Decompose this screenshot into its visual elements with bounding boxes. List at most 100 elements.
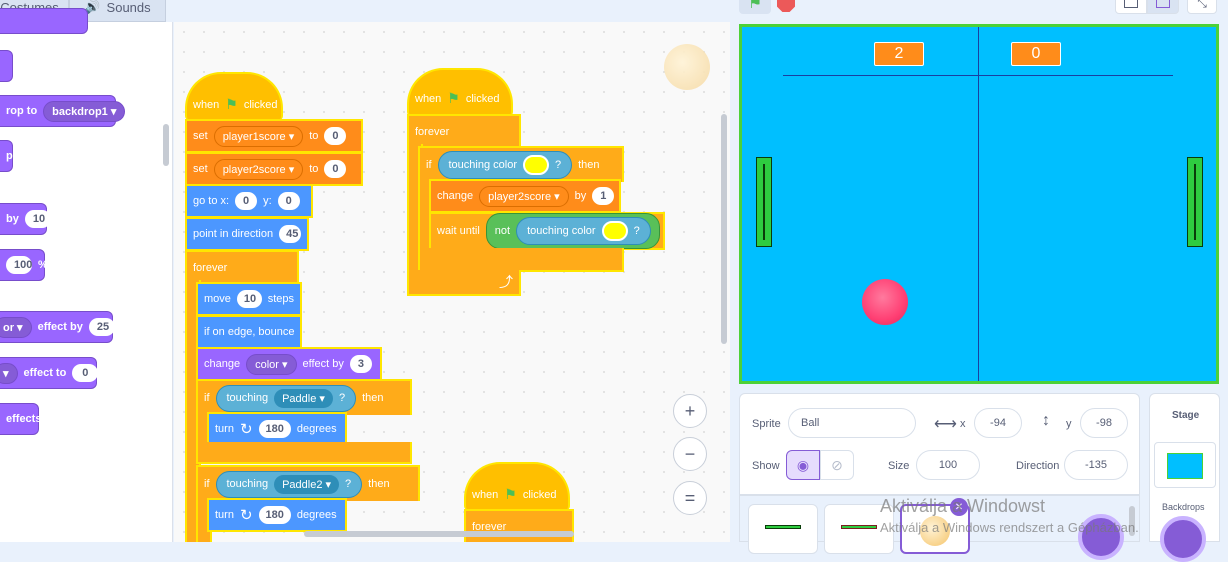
forever-block[interactable]: forever: [185, 250, 299, 284]
green-flag-button[interactable]: ⚑: [739, 0, 771, 14]
show-hidden-button[interactable]: ⊘: [820, 450, 854, 480]
zoom-in-button[interactable]: +: [673, 394, 707, 428]
set-player1score-block[interactable]: set player1score ▾ to 0: [185, 119, 363, 153]
value-input[interactable]: 25: [88, 318, 115, 336]
degrees-input[interactable]: 180: [258, 506, 291, 524]
x-input[interactable]: -94: [974, 408, 1022, 438]
variable-dropdown[interactable]: player1score ▾: [213, 125, 304, 147]
if-touching-color-block[interactable]: if touching color ? then: [418, 146, 624, 182]
degrees-input[interactable]: 180: [258, 420, 291, 438]
to-label: to: [309, 130, 319, 142]
variable-dropdown[interactable]: player2score ▾: [213, 158, 304, 180]
when-label: when: [193, 98, 220, 111]
zoom-reset-button[interactable]: =: [673, 481, 707, 515]
set-label: set: [193, 130, 208, 142]
choose-backdrop-button[interactable]: [1160, 516, 1206, 562]
value-input[interactable]: 0: [324, 127, 347, 145]
palette-block-change-effect[interactable]: or ▾ effect by 25: [0, 311, 115, 343]
zoom-reset-icon: =: [684, 487, 696, 508]
effect-dropdown[interactable]: color ▾: [246, 353, 297, 375]
direction-input[interactable]: -135: [1064, 450, 1128, 480]
set-player2score-block[interactable]: set player2score ▾ to 0: [185, 152, 363, 186]
wait-until-block[interactable]: wait until not touching color ?: [429, 212, 665, 250]
value-input[interactable]: 0: [72, 364, 99, 382]
effect-dropdown[interactable]: or ▾: [0, 316, 32, 338]
palette-block-set-size[interactable]: 100 %: [0, 249, 48, 281]
x-value: -94: [990, 417, 1006, 429]
stage-canvas[interactable]: 2 0: [739, 24, 1219, 384]
paddle-left-sprite[interactable]: [756, 157, 772, 247]
color-swatch[interactable]: [601, 221, 628, 241]
value-input[interactable]: 0: [324, 160, 347, 178]
palette-scrollbar[interactable]: [163, 124, 169, 166]
fullscreen-button[interactable]: ⤡: [1187, 0, 1217, 14]
sprite-thumbnail-paddle[interactable]: [748, 504, 818, 554]
turn-block[interactable]: turn ↻ 180 degrees: [207, 412, 347, 446]
value-input[interactable]: 1: [592, 187, 615, 205]
palette-block-set-effect[interactable]: ▾ effect to 0: [0, 357, 99, 389]
y-arrows-icon: ↕: [1042, 412, 1050, 429]
y-input[interactable]: 0: [277, 192, 300, 210]
paddle-right-sprite[interactable]: [1187, 157, 1203, 247]
not-operator[interactable]: not touching color ?: [485, 213, 660, 249]
script-vertical-scrollbar[interactable]: [721, 114, 727, 344]
steps-input[interactable]: 10: [236, 290, 262, 308]
forever-block[interactable]: forever: [464, 509, 574, 542]
large-stage-button[interactable]: [1147, 0, 1179, 14]
zoom-out-button[interactable]: −: [673, 437, 707, 471]
palette-block-change-size[interactable]: by 10: [0, 203, 51, 235]
turn-label: turn: [215, 509, 234, 521]
stage-selector[interactable]: Stage Backdrops: [1149, 393, 1220, 562]
small-stage-icon: [1124, 0, 1138, 8]
ball-sprite[interactable]: [862, 279, 908, 325]
touching-color-sensor[interactable]: touching color ?: [437, 151, 573, 179]
backdrop-dropdown[interactable]: backdrop1 ▾: [43, 100, 126, 122]
forever-block[interactable]: forever: [407, 114, 521, 148]
degrees-label: degrees: [296, 509, 337, 521]
palette-block-clear-effects[interactable]: effects: [0, 403, 41, 435]
color-swatch[interactable]: [523, 155, 549, 175]
palette-block[interactable]: [0, 50, 13, 82]
sprite-dropdown[interactable]: Paddle ▾: [274, 388, 333, 408]
y-input[interactable]: -98: [1080, 408, 1128, 438]
large-stage-icon: [1156, 0, 1170, 8]
touching-sensor[interactable]: touching Paddle2 ▾ ?: [215, 470, 363, 498]
point-in-direction-block[interactable]: point in direction 45: [185, 217, 309, 251]
value-input[interactable]: 100: [6, 256, 32, 274]
stage-thumbnail[interactable]: [1154, 442, 1216, 488]
go-to-xy-block[interactable]: go to x: 0 y: 0: [185, 184, 313, 218]
direction-input[interactable]: 45: [279, 225, 302, 243]
move-steps-block[interactable]: move 10 steps: [196, 282, 302, 316]
x-input[interactable]: 0: [235, 192, 258, 210]
effect-input[interactable]: 3: [349, 355, 372, 373]
size-input[interactable]: 100: [916, 450, 980, 480]
variable-dropdown[interactable]: player2score ▾: [479, 185, 569, 207]
show-visible-button[interactable]: ◉: [786, 450, 820, 480]
effect-dropdown[interactable]: ▾: [0, 362, 18, 384]
turn-block[interactable]: turn ↻ 180 degrees: [207, 498, 347, 532]
center-line: [978, 27, 979, 381]
change-player2score-block[interactable]: change player2score ▾ by 1: [429, 179, 621, 213]
palette-block[interactable]: [0, 8, 88, 34]
script-horizontal-scrollbar[interactable]: [304, 531, 574, 537]
touching-sensor[interactable]: touching Paddle ▾ ?: [215, 384, 357, 412]
if-touching-paddle-block[interactable]: if touching Paddle ▾ ? then: [196, 379, 412, 415]
sprite-name-input[interactable]: Ball: [788, 408, 916, 438]
if-touching-paddle2-block[interactable]: if touching Paddle2 ▾ ? then: [196, 465, 420, 501]
script-area[interactable]: when ⚑ clicked set player1score ▾ to 0 s…: [174, 22, 730, 542]
change-effect-block[interactable]: change color ▾ effect by 3: [196, 347, 382, 381]
y-label: y:: [263, 195, 272, 207]
set-label: set: [193, 163, 208, 175]
value-input[interactable]: 10: [24, 210, 51, 228]
block-label: p: [6, 150, 13, 162]
small-stage-button[interactable]: [1115, 0, 1147, 14]
palette-block-switch-backdrop[interactable]: rop to backdrop1 ▾: [0, 95, 126, 127]
sprite-dropdown[interactable]: Paddle2 ▾: [274, 474, 340, 494]
stop-button[interactable]: [777, 0, 795, 12]
palette-block[interactable]: p: [0, 140, 13, 172]
block-palette: rop to backdrop1 ▾ p by 10 100 % or ▾ ef…: [0, 8, 173, 542]
fullscreen-icon: ⤡: [1197, 0, 1207, 10]
if-on-edge-bounce-block[interactable]: if on edge, bounce: [196, 315, 302, 349]
touching-color-sensor[interactable]: touching color ?: [516, 217, 651, 245]
show-label: Show: [752, 460, 780, 472]
